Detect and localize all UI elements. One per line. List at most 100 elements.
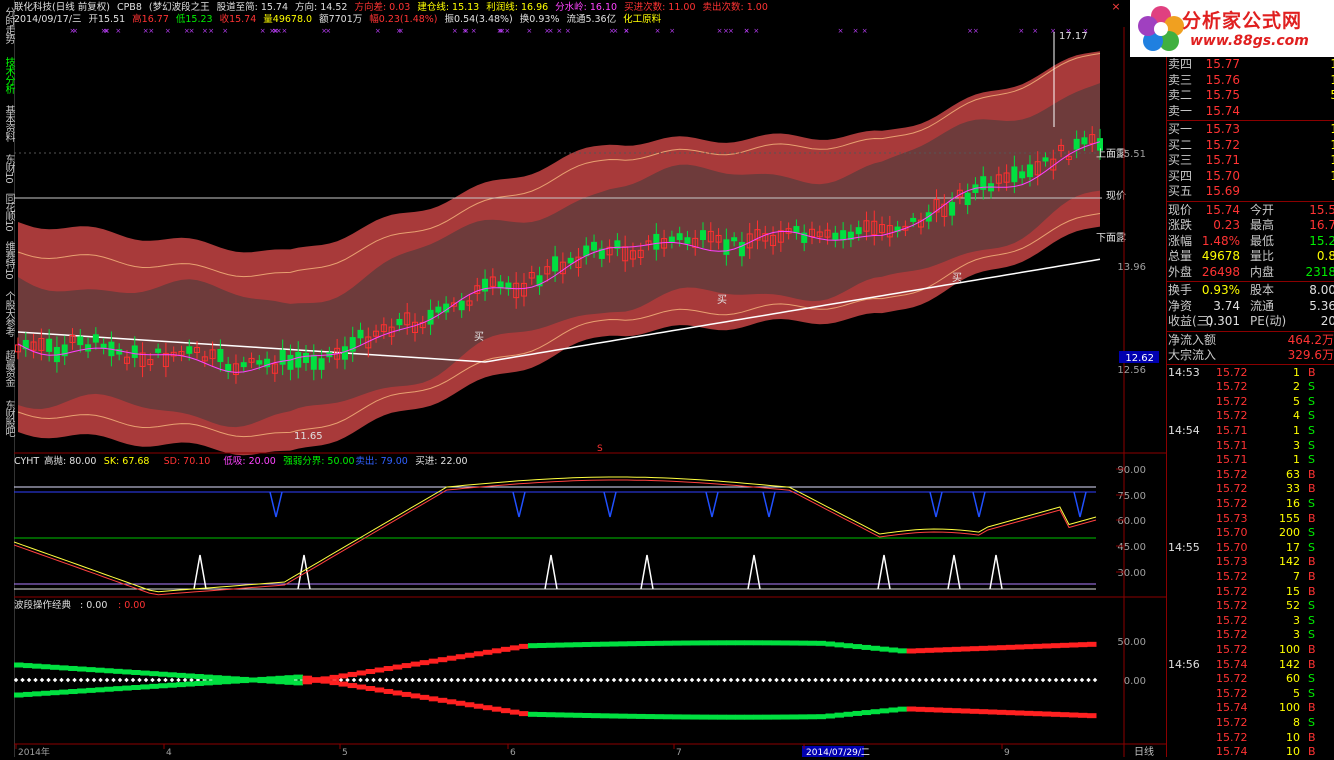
zero-dot — [26, 677, 32, 683]
candle-body — [684, 237, 691, 244]
tick-volume: 200 — [1279, 526, 1300, 540]
wave-bottom-step — [50, 690, 60, 696]
zero-dot — [949, 677, 955, 683]
wave-bottom-step — [672, 714, 682, 720]
tick-row: 15.72 52 S — [1168, 599, 1334, 614]
left-tab-3[interactable]: 东财10 — [0, 150, 14, 186]
stat-value: 2318 — [1305, 264, 1334, 279]
current-label: 现价 — [1106, 190, 1126, 202]
low-label: 11.65 — [294, 431, 323, 442]
zero-dot — [1066, 677, 1072, 683]
wave-top-step — [536, 642, 547, 648]
candle-body — [310, 354, 317, 370]
left-tab-0[interactable]: 分时走势 — [0, 2, 14, 48]
left-tab-7[interactable]: 超赢资金 — [0, 345, 14, 391]
wave-bottom-step — [113, 686, 123, 692]
signal-mark: × — [260, 27, 266, 35]
left-tab-2[interactable]: 基本资料 — [0, 100, 14, 146]
wave-bottom-step — [852, 710, 863, 716]
zero-dot — [1040, 677, 1046, 683]
bid-label: 买三 — [1168, 153, 1193, 167]
wave-bottom-step — [212, 679, 222, 685]
tick-volume: 155 — [1279, 511, 1300, 525]
wave-top-step — [1050, 643, 1061, 649]
signal-mark: × — [104, 27, 110, 35]
zero-dot — [1014, 677, 1020, 683]
wave-bottom-step — [753, 714, 763, 720]
tick-direction: B — [1308, 745, 1316, 759]
zero-dot — [975, 677, 981, 683]
tick-direction: B — [1308, 569, 1316, 583]
stat-value: 0.8 — [1316, 249, 1334, 263]
wave-bottom-step — [1005, 710, 1016, 716]
candle-body — [723, 239, 730, 255]
tick-direction: B — [1308, 467, 1316, 481]
signal-mark: × — [375, 27, 381, 35]
wave-bottom-step — [942, 707, 953, 713]
zero-dot — [930, 677, 935, 683]
wave-top-step — [555, 642, 565, 648]
stat-label: 流通 — [1250, 298, 1275, 313]
tick-row: 15.74 10 B — [1168, 745, 1334, 760]
zero-dot — [793, 677, 799, 683]
chart-area[interactable]: × ×× × × ×× ×××× ××× ×× ×× ×××× × ×× × ×× × × ××× ××× ××× ×… — [14, 27, 1166, 757]
zero-dot — [754, 677, 760, 683]
indicator1-ytick: 30.00 — [1117, 568, 1146, 579]
tick-price: 15.72 — [1216, 672, 1248, 686]
header-line1-item: 卖出次数: 1.00 — [702, 2, 768, 13]
indicator2-ytick: 0.00 — [1124, 676, 1146, 687]
zero-dot — [832, 677, 838, 683]
candle-body — [279, 349, 286, 365]
stat-value: 49678 — [1201, 249, 1240, 263]
wave-top-step — [374, 667, 385, 673]
zero-dot — [468, 677, 474, 683]
tick-volume: 4 — [1293, 409, 1300, 423]
signal-mark: × — [669, 27, 675, 35]
candle-body — [855, 227, 862, 235]
bid-label: 买二 — [1168, 137, 1193, 152]
zero-dot — [637, 677, 643, 683]
zero-dot — [137, 677, 142, 683]
tick-price: 15.70 — [1216, 540, 1248, 554]
wave-bottom-step — [798, 714, 808, 720]
bid-price: 15.72 — [1205, 137, 1240, 152]
quote-divider — [1166, 57, 1167, 757]
left-tab-8[interactable]: 东财股吧 — [0, 395, 14, 441]
wave-bottom-step — [717, 714, 727, 720]
zero-dot — [514, 677, 519, 683]
wave-bottom-step — [77, 688, 87, 694]
left-tab-6[interactable]: 个股大参考 — [0, 285, 14, 341]
header-line2-item: 换0.93% — [519, 14, 560, 25]
tick-direction: S — [1308, 613, 1315, 627]
xaxis-label: 5 — [342, 748, 348, 757]
wave-bottom-step — [437, 697, 448, 703]
wave-bottom-step — [663, 714, 673, 720]
wave-top-step — [437, 657, 448, 663]
candle-body — [731, 237, 738, 242]
tick-row: 15.72 33 B — [1168, 482, 1334, 497]
left-tab-1[interactable]: 技术分析 — [0, 52, 14, 98]
wave-top-step — [347, 671, 358, 677]
wave-top-step — [789, 640, 799, 646]
close-icon[interactable]: × — [1110, 1, 1122, 13]
indicator1-legend: SK: 67.68 — [104, 456, 150, 467]
wave-top-step — [942, 647, 953, 653]
wave-bottom-step — [446, 699, 457, 705]
ask-volume: 1 — [1288, 73, 1334, 88]
tick-volume: 52 — [1286, 599, 1300, 613]
wave-top-step — [185, 673, 195, 679]
logo-title: 分析家公式网 — [1182, 10, 1303, 32]
tick-price: 15.72 — [1216, 730, 1248, 744]
zero-dot — [176, 677, 181, 683]
stat-label: 净资 — [1168, 298, 1193, 313]
wave-bottom-step — [627, 713, 637, 719]
zero-dot — [1001, 677, 1007, 683]
candle-body — [85, 344, 92, 352]
tick-volume: 63 — [1286, 467, 1300, 481]
left-tab-5[interactable]: 维赛特10 — [0, 238, 14, 282]
zero-dot — [33, 677, 38, 683]
candle-body — [832, 232, 839, 241]
zero-dot — [117, 677, 123, 683]
left-tab-4[interactable]: 同花顺10 — [0, 190, 14, 234]
zero-dot — [1092, 677, 1098, 683]
